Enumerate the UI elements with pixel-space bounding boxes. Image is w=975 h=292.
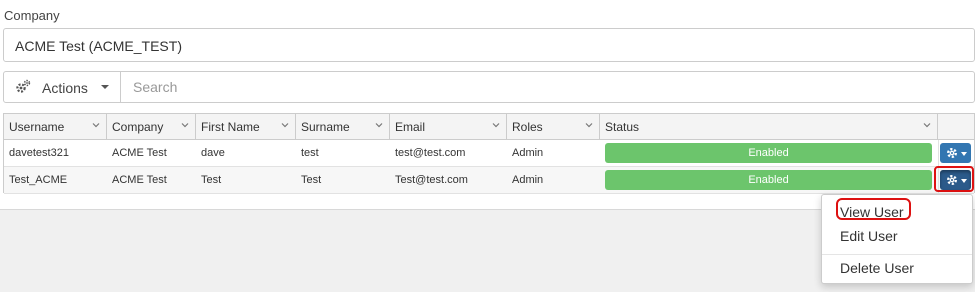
chevron-down-icon[interactable] bbox=[585, 121, 593, 129]
chevron-down-icon[interactable] bbox=[181, 121, 189, 129]
column-header-company[interactable]: Company bbox=[107, 114, 196, 140]
status-badge: Enabled bbox=[605, 170, 932, 190]
highlight-annotation bbox=[836, 198, 911, 220]
column-divider bbox=[938, 140, 939, 167]
toolbar: Actions bbox=[3, 71, 975, 103]
cell-email: test@test.com bbox=[395, 147, 466, 159]
status-badge: Enabled bbox=[605, 143, 932, 163]
company-select[interactable]: ACME Test (ACME_TEST) bbox=[3, 28, 975, 62]
column-header-surname[interactable]: Surname bbox=[296, 114, 390, 140]
cell-email: Test@test.com bbox=[395, 174, 468, 186]
cell-surname: test bbox=[301, 147, 319, 159]
cell-first-name: Test bbox=[201, 174, 222, 186]
cell-company: ACME Test bbox=[112, 147, 167, 159]
actions-label: Actions bbox=[42, 80, 88, 96]
cell-username: Test_ACME bbox=[9, 174, 68, 186]
users-panel: Company ACME Test (ACME_TEST) Actions Us… bbox=[0, 0, 975, 210]
caret-down-icon bbox=[101, 85, 109, 89]
column-header-email[interactable]: Email bbox=[390, 114, 507, 140]
menu-divider bbox=[822, 254, 972, 255]
row-actions-button[interactable] bbox=[940, 143, 971, 163]
column-header-roles[interactable]: Roles bbox=[507, 114, 600, 140]
chevron-down-icon[interactable] bbox=[281, 121, 289, 129]
actions-button[interactable]: Actions bbox=[4, 72, 121, 102]
column-header-username[interactable]: Username bbox=[4, 114, 107, 140]
chevron-down-icon[interactable] bbox=[375, 121, 383, 129]
cell-company: ACME Test bbox=[112, 174, 167, 186]
company-label: Company bbox=[4, 8, 60, 23]
company-select-value: ACME Test (ACME_TEST) bbox=[15, 38, 182, 54]
gears-icon bbox=[16, 79, 31, 93]
chevron-down-icon[interactable] bbox=[923, 121, 931, 129]
cell-roles: Admin bbox=[512, 147, 544, 159]
cell-username: davetest321 bbox=[9, 147, 69, 159]
users-grid: Username Company First Name Surname Emai… bbox=[3, 113, 975, 194]
search-input[interactable] bbox=[122, 72, 974, 102]
menu-item-edit-user[interactable]: Edit User bbox=[822, 225, 972, 247]
cell-roles: Admin bbox=[512, 174, 544, 186]
column-header-first-name[interactable]: First Name bbox=[196, 114, 296, 140]
cell-surname: Test bbox=[301, 174, 322, 186]
chevron-down-icon[interactable] bbox=[92, 121, 100, 129]
gear-icon bbox=[947, 148, 957, 158]
table-row[interactable]: davetest321 ACME Test dave test test@tes… bbox=[4, 140, 974, 167]
row-actions-menu: View User Edit User Delete User bbox=[821, 194, 973, 284]
caret-down-icon bbox=[961, 152, 967, 156]
cell-first-name: dave bbox=[201, 147, 225, 159]
column-header-status[interactable]: Status bbox=[600, 114, 938, 140]
chevron-down-icon[interactable] bbox=[492, 121, 500, 129]
grid-header: Username Company First Name Surname Emai… bbox=[4, 114, 974, 140]
menu-item-delete-user[interactable]: Delete User bbox=[822, 257, 972, 279]
highlight-annotation bbox=[934, 166, 974, 192]
table-row[interactable]: Test_ACME ACME Test Test Test Test@test.… bbox=[4, 167, 974, 194]
